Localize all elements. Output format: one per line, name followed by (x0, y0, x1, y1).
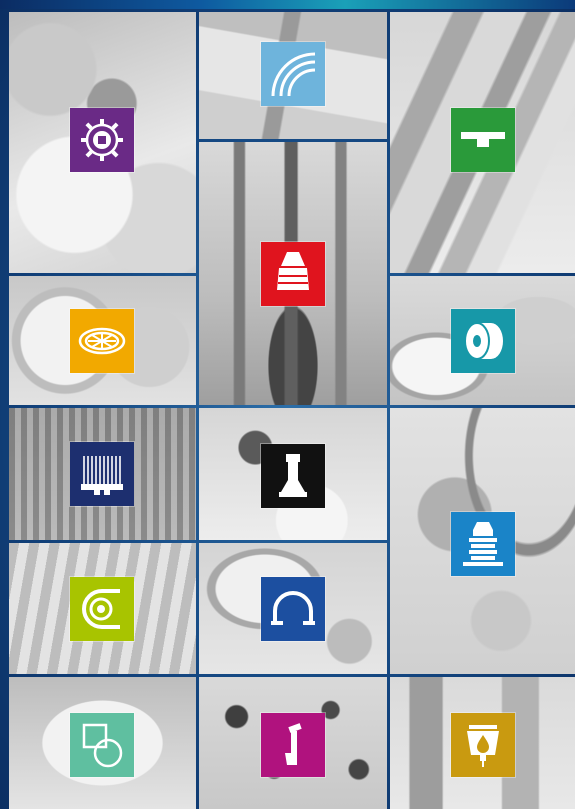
gear-icon (70, 108, 134, 172)
tile-arch[interactable] (199, 543, 387, 674)
tile-pulley[interactable] (9, 276, 196, 405)
tile-profile[interactable] (390, 12, 575, 273)
oil-drop-icon (451, 713, 515, 777)
tile-chain[interactable] (9, 543, 196, 674)
brush-strip-icon (70, 442, 134, 506)
bellows-icon (451, 512, 515, 576)
top-accent-bar (0, 0, 575, 9)
tile-drip[interactable] (390, 677, 575, 809)
chain-sprocket-icon (70, 577, 134, 641)
tile-fitting[interactable] (199, 408, 387, 540)
square-circle-icon (70, 713, 134, 777)
curved-track-icon (261, 42, 325, 106)
arch-clip-icon (261, 577, 325, 641)
tile-curve[interactable] (199, 12, 387, 139)
tile-bellows[interactable] (390, 408, 575, 674)
tile-gears[interactable] (9, 12, 196, 273)
nozzle-icon (261, 242, 325, 306)
fitting-icon (261, 444, 325, 508)
pulley-wheel-icon (70, 309, 134, 373)
tile-shapes[interactable] (9, 677, 196, 809)
hook-icon (261, 713, 325, 777)
tile-nozzle[interactable] (199, 142, 387, 405)
tile-roller[interactable] (390, 276, 575, 405)
tile-hook[interactable] (199, 677, 387, 809)
t-profile-icon (451, 108, 515, 172)
tile-brush[interactable] (9, 408, 196, 540)
roller-icon (451, 309, 515, 373)
